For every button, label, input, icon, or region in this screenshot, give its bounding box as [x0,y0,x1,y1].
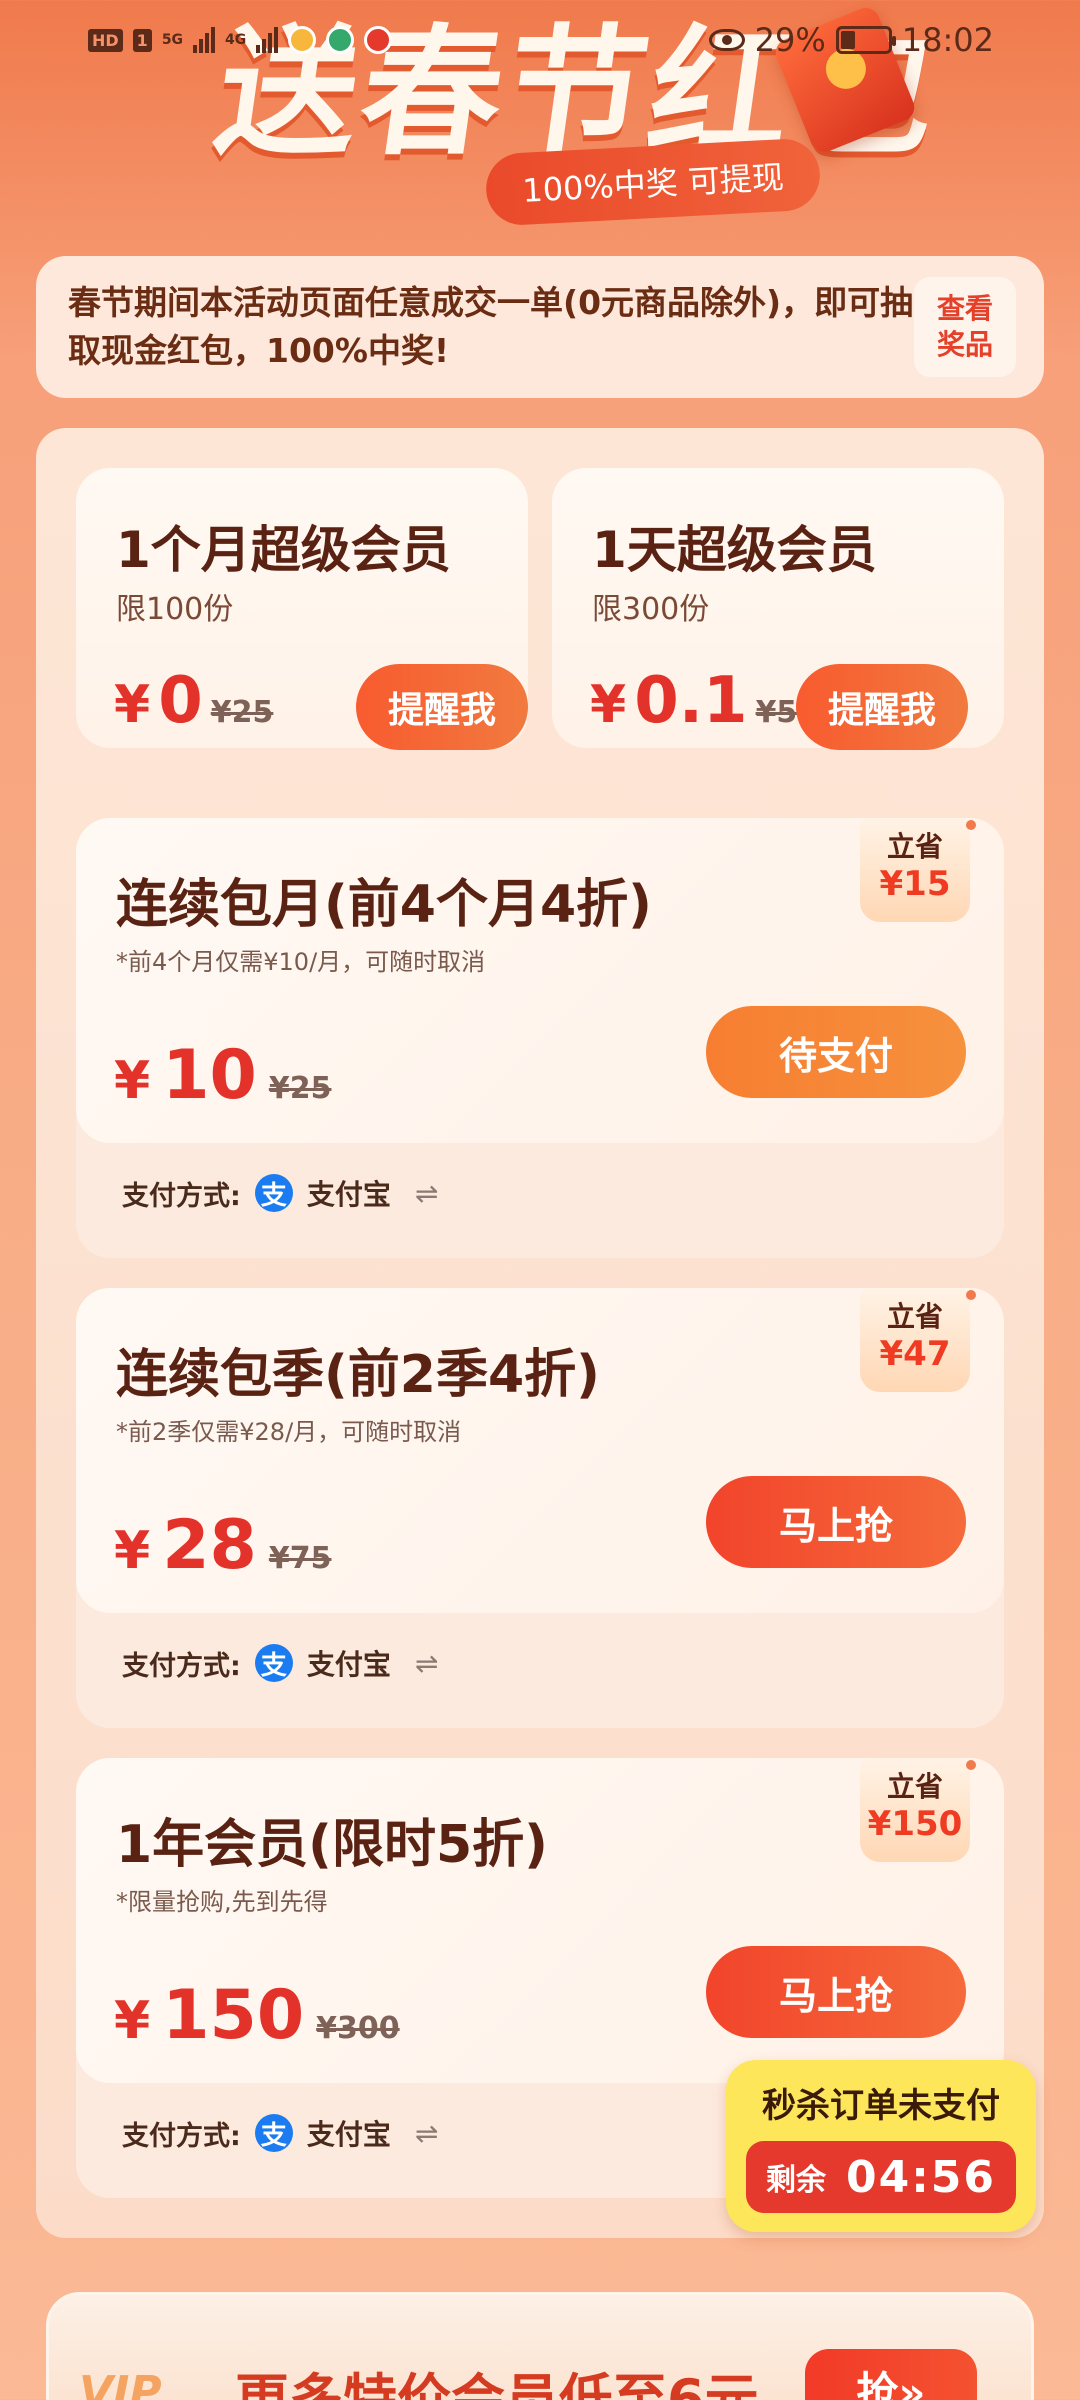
pending-payment-button[interactable]: 待支付 [706,1006,966,1098]
payment-label: 支付方式: [122,2120,241,2152]
price-current: 10 [162,1036,257,1115]
view-prizes-button[interactable]: 查看奖品 [914,277,1016,377]
remind-me-button[interactable]: 提醒我 [796,664,968,750]
alipay-icon: 支 [254,1644,293,1682]
swap-icon[interactable]: ⇌ [415,1177,438,1210]
swap-icon[interactable]: ⇌ [415,2117,438,2150]
promo-text: 更多特价会员低至6元 [235,2368,759,2400]
remaining-label: 剩余 [765,2163,826,2198]
plan-title: 连续包季(前2季4折) [116,1345,600,1405]
payment-method-row[interactable]: 支付方式: 支 支付宝 ⇌ [122,1638,438,1688]
payment-method-row[interactable]: 支付方式: 支 支付宝 ⇌ [122,2108,438,2158]
price-original: ¥300 [316,2011,400,2046]
sim-badge: 1 [132,28,152,52]
currency-symbol: ¥ [114,675,151,735]
offer-price: ¥ 0 ¥25 [114,664,273,738]
status-right: 29% 18:02 [708,21,994,59]
plan-card-quarterly[interactable]: 连续包季(前2季4折) *前2季仅需¥28/月，可随时取消 ¥ 28 ¥75 马… [76,1288,1004,1728]
network-4g-label: 4G [225,32,247,48]
payment-method-name: 支付宝 [306,1648,391,1681]
remind-me-button[interactable]: 提醒我 [356,664,528,750]
plan-price: ¥ 28 ¥75 [114,1506,331,1585]
plan-title: 连续包月(前4个月4折) [116,875,652,935]
grab-now-button[interactable]: 马上抢 [706,1946,966,2038]
offers-panel: 1个月超级会员 限100份 ¥ 0 ¥25 提醒我 1天超级会员 限300份 ¥… [36,428,1044,2238]
savings-tag: 立省 ¥15 [860,818,976,922]
savings-amount: ¥47 [879,1334,951,1374]
price-original: ¥75 [268,1541,332,1576]
alipay-icon: 支 [254,1174,293,1212]
flash-sale-unpaid-widget[interactable]: 秒杀订单未支付 剩余 04:56 [726,2060,1036,2232]
plan-price: ¥ 150 ¥300 [114,1976,400,2055]
price-current: 0 [158,664,203,738]
vip-badge: VIP [79,2367,162,2400]
promo-banner[interactable]: VIP 更多特价会员低至6元 抢» [46,2292,1034,2400]
eye-comfort-icon [708,29,745,51]
rules-notice: 春节期间本活动页面任意成交一单(0元商品除外)，即可抽取现金红包，100%中奖!… [36,256,1044,398]
offer-price: ¥ 0.1 ¥5 [590,664,797,738]
alipay-icon: 支 [254,2114,293,2152]
payment-method-name: 支付宝 [306,2118,391,2151]
currency-symbol: ¥ [114,1521,151,1581]
swap-icon[interactable]: ⇌ [415,1647,438,1680]
price-original: ¥5 [755,695,798,730]
offer-title: 1个月超级会员 [116,521,451,579]
app-notification-icon [288,26,317,54]
offer-card-1-month[interactable]: 1个月超级会员 限100份 ¥ 0 ¥25 提醒我 [76,468,528,750]
notice-text: 春节期间本活动页面任意成交一单(0元商品除外)，即可抽取现金红包，100%中奖! [68,283,914,370]
promo-grab-button[interactable]: 抢» [805,2349,977,2400]
network-5g-label: 5G [161,32,184,48]
payment-method-row[interactable]: 支付方式: 支 支付宝 ⇌ [122,1168,438,1218]
price-current: 28 [162,1506,257,1585]
grab-now-button[interactable]: 马上抢 [706,1476,966,1568]
countdown-value: 04:56 [845,2151,997,2203]
currency-symbol: ¥ [114,1051,151,1111]
payment-method-name: 支付宝 [306,1178,391,1211]
offer-title: 1天超级会员 [592,521,877,579]
battery-percent: 29% [754,21,826,59]
plan-subtitle: *前2季仅需¥28/月，可随时取消 [116,1418,462,1446]
plan-subtitle: *前4个月仅需¥10/月，可随时取消 [116,948,486,976]
savings-tag: 立省 ¥150 [860,1758,976,1862]
battery-icon [835,26,896,54]
clock: 18:02 [901,21,994,59]
payment-label: 支付方式: [122,1180,241,1212]
savings-label: 立省 [886,830,943,863]
offer-limit: 限100份 [116,592,234,627]
price-original: ¥25 [268,1071,332,1106]
price-original: ¥25 [210,695,274,730]
plan-title: 1年会员(限时5折) [116,1815,548,1875]
currency-symbol: ¥ [590,675,627,735]
savings-label: 立省 [886,1770,943,1803]
countdown-timer: 剩余 04:56 [746,2141,1016,2213]
offer-card-1-day[interactable]: 1天超级会员 限300份 ¥ 0.1 ¥5 提醒我 [552,468,1004,750]
savings-label: 立省 [886,1300,943,1333]
hd-badge: HD [88,28,123,52]
plan-price: ¥ 10 ¥25 [114,1036,331,1115]
status-left: HD 1 5G 4G [88,26,393,54]
savings-amount: ¥150 [867,1804,963,1844]
signal-icon [193,27,216,53]
savings-tag: 立省 ¥47 [860,1288,976,1392]
currency-symbol: ¥ [114,1991,151,2051]
flash-sale-title: 秒杀订单未支付 [762,2086,1000,2126]
plan-subtitle: *限量抢购,先到先得 [116,1888,328,1916]
status-bar: HD 1 5G 4G 29% 18:02 [0,0,1080,80]
savings-amount: ¥15 [879,864,951,904]
payment-label: 支付方式: [122,1650,241,1682]
offer-limit: 限300份 [592,592,710,627]
weibo-notification-icon [364,26,393,54]
browser-notification-icon [326,26,355,54]
price-current: 0.1 [634,664,748,738]
price-current: 150 [162,1976,305,2055]
plan-card-monthly[interactable]: 连续包月(前4个月4折) *前4个月仅需¥10/月，可随时取消 ¥ 10 ¥25… [76,818,1004,1258]
signal-icon-2 [256,27,279,53]
